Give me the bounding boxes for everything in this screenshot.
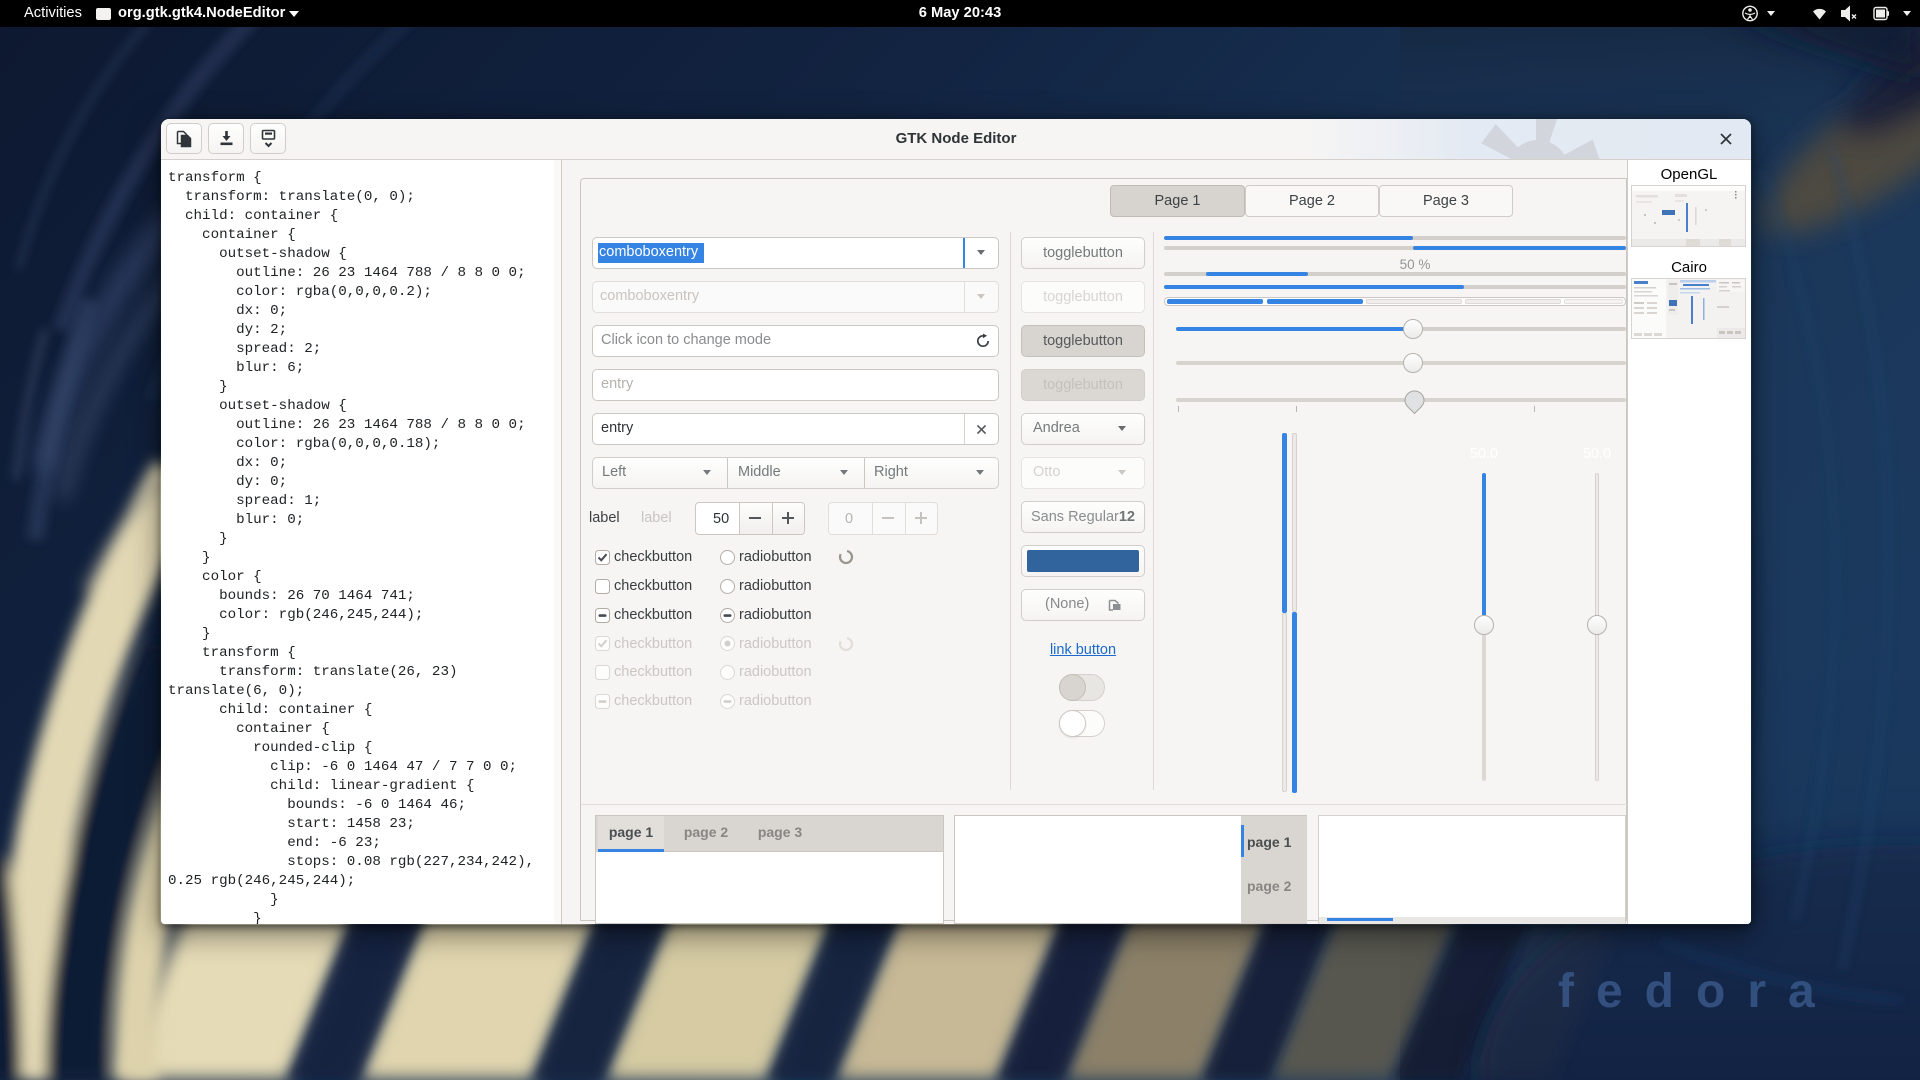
svg-text:fedora: fedora — [1558, 965, 1837, 1018]
